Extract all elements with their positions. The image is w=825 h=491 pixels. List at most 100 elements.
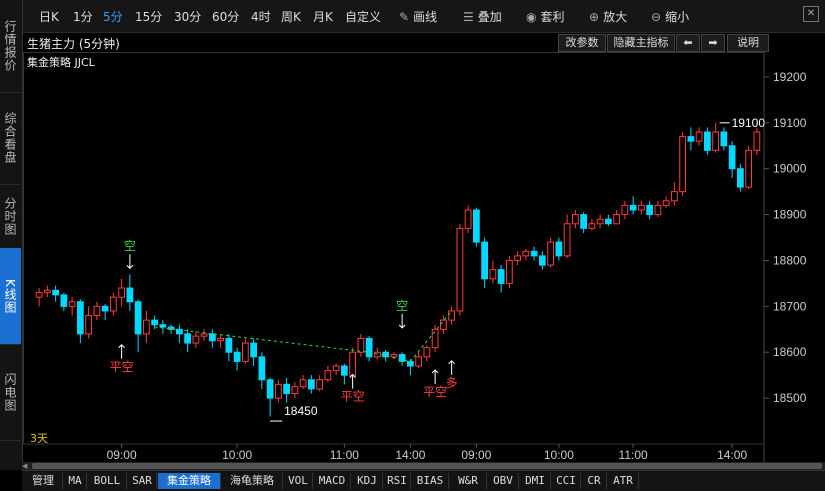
price-tick-label: 18700 (773, 299, 807, 313)
candle-body (134, 301, 142, 335)
scroll-thumb[interactable] (32, 463, 822, 469)
indicator-tab-6[interactable]: VOL (284, 473, 313, 489)
candle-body (283, 383, 291, 395)
candle-body (555, 241, 563, 257)
overlay-button[interactable]: ☰ 叠加 (463, 8, 502, 25)
candle-body (464, 209, 472, 229)
candle-body (423, 347, 431, 358)
period-5min[interactable]: 5分 (103, 8, 123, 25)
time-tick-label: 14:00 (395, 448, 425, 462)
candle-body (316, 379, 324, 390)
indicator-tab-0[interactable]: 管理 (24, 473, 63, 489)
indicator-tab-10[interactable]: BIAS (412, 473, 449, 489)
indicator-tab-15[interactable]: CR (582, 473, 607, 489)
candle-body (736, 168, 744, 188)
time-tick-label: 11:00 (330, 448, 359, 462)
time-tick-label: 09:00 (107, 448, 137, 462)
indicator-tabs: 管理 MA BOLL SAR 集金策略 海龟策略 VOL MACD KDJ RSI BIAS W&R O… (22, 470, 825, 491)
indicator-tab-14[interactable]: CCI (552, 473, 581, 489)
candle-body (192, 335, 200, 344)
price-tick-label: 19200 (773, 70, 807, 84)
arrow-left-button[interactable]: ⬅ (676, 34, 700, 52)
indicator-tab-12[interactable]: OBV (488, 473, 519, 489)
candle-body (101, 305, 109, 312)
indicator-tab-7[interactable]: MACD (314, 473, 351, 489)
candle-body (604, 218, 612, 225)
nav-flash[interactable]: 闪电图 (0, 344, 21, 441)
period-4h[interactable]: 4时 (251, 8, 271, 25)
candle-body (753, 131, 761, 151)
candle-body (728, 145, 736, 170)
hide-main-indicator-button[interactable]: 隐藏主指标 (607, 34, 675, 52)
candle-body (596, 218, 604, 225)
candle-body (225, 337, 233, 353)
candle-body (547, 241, 555, 266)
price-tick-label: 18500 (773, 391, 807, 405)
draw-line-button[interactable]: ✎ 画线 (399, 8, 437, 25)
candle-body (208, 333, 216, 342)
candle-body (126, 287, 134, 303)
price-tick-label: 19000 (773, 162, 807, 176)
strategy-label: 集金策略 JJCL (27, 56, 95, 69)
candle-body (93, 305, 101, 317)
candle-body (365, 337, 373, 358)
pencil-icon: ✎ (399, 10, 410, 24)
candle-body (431, 328, 439, 349)
candle-body (481, 241, 489, 280)
price-tick-label: 18900 (773, 208, 807, 222)
period-15min[interactable]: 15分 (135, 8, 162, 25)
nav-timeshare[interactable]: 分时图 (0, 184, 21, 249)
candle-body (522, 250, 530, 257)
indicator-tab-16[interactable]: ATR (608, 473, 639, 489)
indicator-tab-2[interactable]: BOLL (88, 473, 127, 489)
zoom-in-button[interactable]: ⊕ 放大 (589, 8, 627, 25)
indicator-tab-8[interactable]: KDJ (352, 473, 383, 489)
indicator-tab-1[interactable]: MA (64, 473, 87, 489)
signal-label: 空 (396, 299, 408, 313)
period-weekly[interactable]: 周K (281, 8, 301, 25)
candle-body (654, 204, 662, 216)
nav-overview[interactable]: 综合看盘 (0, 92, 21, 185)
arbitrage-button[interactable]: ◉ 套利 (526, 8, 565, 25)
indicator-tab-5[interactable]: 海龟策略 (222, 473, 283, 489)
period-30min[interactable]: 30分 (174, 8, 201, 25)
period-60min[interactable]: 60分 (212, 8, 239, 25)
explain-button[interactable]: 说明 (727, 34, 769, 52)
indicator-tab-3[interactable]: SAR (128, 473, 157, 489)
database-icon: ☰ (463, 10, 474, 24)
candle-body (563, 223, 571, 257)
modify-params-button[interactable]: 改参数 (558, 34, 606, 52)
candle-body (720, 131, 728, 147)
nav-quotes[interactable]: 行情报价 (0, 0, 21, 93)
candle-body (703, 131, 711, 151)
candle-body (629, 204, 637, 211)
arrow-right-button[interactable]: ➡ (701, 34, 725, 52)
nav-kline[interactable]: K线图 (0, 248, 21, 345)
toolbar: 日K 1分 5分 15分 30分 60分 4时 周K 月K 自定义 ✎ 画线 ☰ 叠… (23, 0, 825, 33)
signal-label: 平空 (110, 360, 134, 374)
chart-scrollbar[interactable]: ◀ (22, 462, 825, 470)
close-icon[interactable]: ✕ (803, 6, 819, 22)
scroll-left-icon[interactable]: ◀ (22, 462, 30, 470)
period-1min[interactable]: 1分 (73, 8, 93, 25)
period-label: 3天 (30, 432, 48, 445)
period-monthly[interactable]: 月K (313, 8, 333, 25)
kline-chart[interactable]: 1910018450空平空平空空平空多 19200191001900018900… (23, 52, 825, 462)
zoom-out-button[interactable]: ⊖ 缩小 (651, 8, 689, 25)
candle-body (712, 131, 720, 151)
candle-body (390, 354, 398, 358)
period-custom[interactable]: 自定义 (345, 8, 381, 25)
time-tick-label: 09:00 (461, 448, 491, 462)
indicator-tab-11[interactable]: W&R (450, 473, 487, 489)
indicator-tab-9[interactable]: RSI (384, 473, 411, 489)
signal-arrow-down-icon (398, 313, 406, 329)
candle-body (324, 370, 332, 381)
signal-arrow-up-icon (349, 373, 356, 389)
indicator-tab-4[interactable]: 集金策略 (158, 473, 221, 489)
candle-body (497, 269, 505, 284)
candle-body (439, 319, 447, 330)
period-daily[interactable]: 日K (39, 8, 59, 25)
candle-body (621, 204, 629, 216)
page-title: 生猪主力 (5分钟) (27, 37, 120, 51)
indicator-tab-13[interactable]: DMI (520, 473, 551, 489)
